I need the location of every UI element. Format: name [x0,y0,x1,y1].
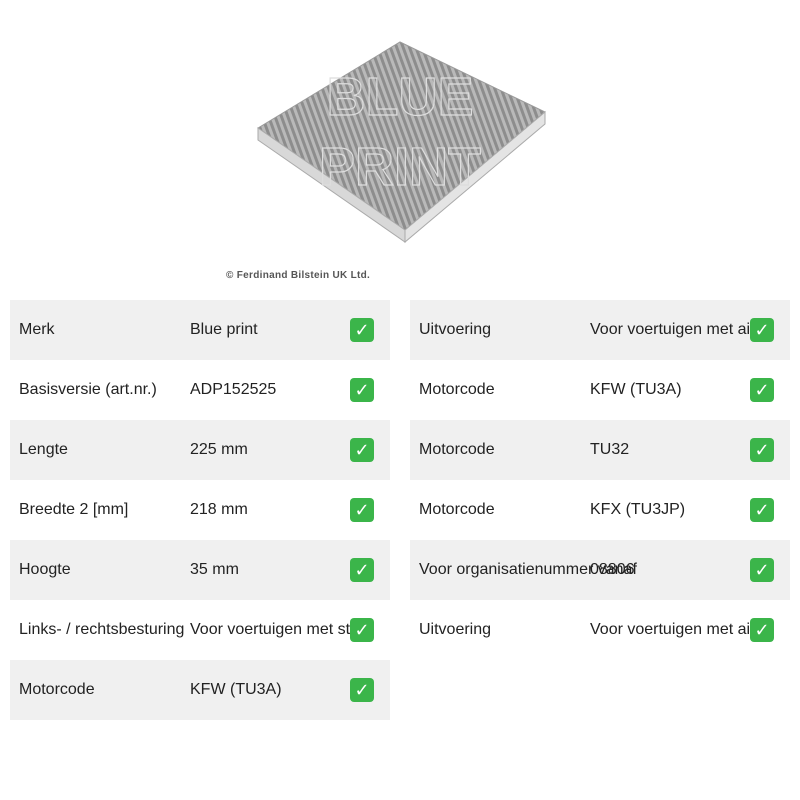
spec-label: Hoogte [19,561,71,578]
check-icon: ✓ [750,318,774,342]
spec-label: Motorcode [419,381,495,398]
spec-value: 225 mm [190,441,248,458]
spec-label: Links- / rechtsbesturing [19,621,185,638]
check-icon: ✓ [750,498,774,522]
spec-row: Breedte 2 [mm] 218 mm ✓ [10,480,390,540]
spec-value: 35 mm [190,561,239,578]
spec-value: Voor voertuigen met airco [590,321,773,338]
spec-row: Lengte 225 mm ✓ [10,420,390,480]
check-icon: ✓ [750,618,774,642]
spec-row: Motorcode TU32 ✓ [410,420,790,480]
spec-row: Uitvoering Voor voertuigen met airco ✓ [410,300,790,360]
spec-label: Motorcode [19,681,95,698]
spec-value: TU32 [590,441,630,458]
spec-value: 218 mm [190,501,248,518]
watermark-line2: PRINT [319,137,481,197]
spec-row: Hoogte 35 mm ✓ [10,540,390,600]
spec-row: Basisversie (art.nr.) ADP152525 ✓ [10,360,390,420]
spec-row: Motorcode KFX (TU3JP) ✓ [410,480,790,540]
spec-label: Breedte 2 [mm] [19,501,129,518]
copyright-text: © Ferdinand Bilstein UK Ltd. [226,270,371,281]
spec-row: Motorcode KFW (TU3A) ✓ [410,360,790,420]
check-icon: ✓ [350,498,374,522]
spec-value: Voor voertuigen met stuur [190,621,374,638]
spec-label: Motorcode [419,501,495,518]
spec-table-right: Uitvoering Voor voertuigen met airco ✓ M… [410,300,790,660]
spec-label: Merk [19,321,55,338]
check-icon: ✓ [350,378,374,402]
spec-row: Links- / rechtsbesturing Voor voertuigen… [10,600,390,660]
spec-value: KFX (TU3JP) [590,501,686,518]
check-icon: ✓ [350,618,374,642]
spec-table-left: Merk Blue print ✓ Basisversie (art.nr.) … [10,300,390,720]
spec-row: Uitvoering Voor voertuigen met airco ✓ [410,600,790,660]
spec-row: Motorcode KFW (TU3A) ✓ [10,660,390,720]
check-icon: ✓ [350,558,374,582]
spec-row: Merk Blue print ✓ [10,300,390,360]
watermark-line1: BLUE [327,67,474,127]
spec-value: ADP152525 [190,381,277,398]
spec-label: Uitvoering [419,321,492,338]
check-icon: ✓ [750,558,774,582]
spec-label: Uitvoering [419,621,492,638]
spec-value: Voor voertuigen met airco [590,621,773,638]
spec-value: KFW (TU3A) [190,681,282,698]
spec-value: KFW (TU3A) [590,381,682,398]
spec-value: 08806 [590,561,635,578]
cabin-filter-illustration: BLUE PRINT [257,41,546,244]
product-image: BLUE PRINT © Ferdinand Bilstein UK Ltd. [200,20,600,290]
check-icon: ✓ [350,678,374,702]
spec-label: Lengte [19,441,68,458]
check-icon: ✓ [750,378,774,402]
check-icon: ✓ [750,438,774,462]
check-icon: ✓ [350,318,374,342]
spec-label: Basisversie (art.nr.) [19,381,157,398]
check-icon: ✓ [350,438,374,462]
spec-label: Motorcode [419,441,495,458]
spec-value: Blue print [190,321,258,338]
spec-row: Voor organisatienummer vanaf 08806 ✓ [410,540,790,600]
